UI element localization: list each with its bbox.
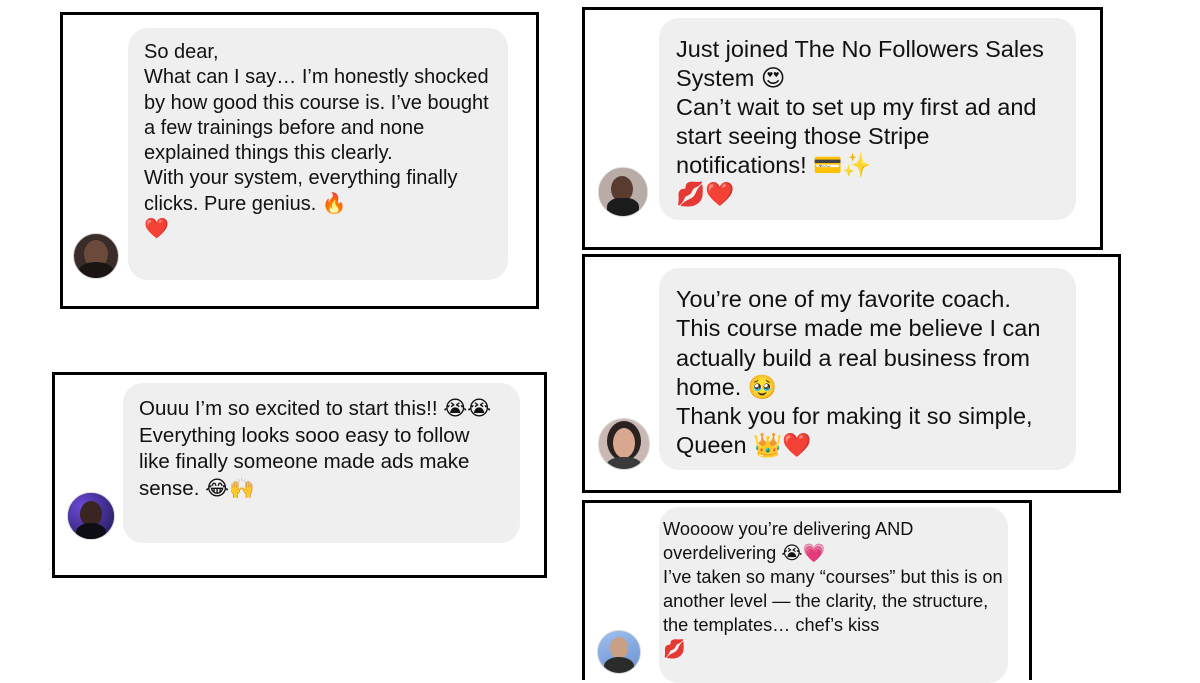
avatar	[597, 630, 641, 674]
testimonial-card-1: So dear, What can I say… I’m honestly sh…	[60, 12, 539, 309]
message-bubble: Woooow you’re delivering AND overdeliver…	[659, 507, 1008, 683]
avatar	[598, 167, 648, 217]
testimonial-card-5: Woooow you’re delivering AND overdeliver…	[582, 500, 1032, 683]
avatar	[73, 233, 119, 279]
testimonial-card-4: Ouuu I’m so excited to start this!! 😭😭 E…	[52, 372, 547, 578]
avatar	[598, 418, 650, 470]
testimonial-card-3: You’re one of my favorite coach. This co…	[582, 254, 1121, 493]
message-bubble: So dear, What can I say… I’m honestly sh…	[128, 28, 508, 280]
message-bubble: Just joined The No Followers Sales Syste…	[659, 18, 1076, 220]
message-bubble: You’re one of my favorite coach. This co…	[659, 268, 1076, 470]
message-bubble: Ouuu I’m so excited to start this!! 😭😭 E…	[123, 383, 520, 543]
avatar	[67, 492, 115, 540]
testimonial-card-2: Just joined The No Followers Sales Syste…	[582, 7, 1103, 250]
